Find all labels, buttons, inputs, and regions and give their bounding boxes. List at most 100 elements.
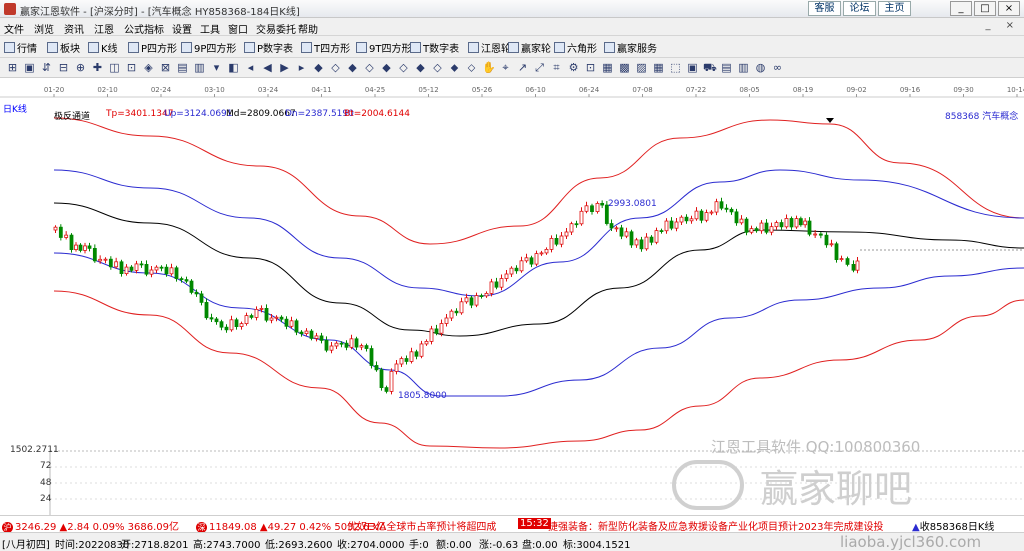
menu-window[interactable]: 窗口 xyxy=(228,21,248,36)
draw-tool-39-icon[interactable]: ⬚ xyxy=(669,61,682,74)
draw-tool-14-icon[interactable]: ◂ xyxy=(244,61,257,74)
draw-tool-33-icon[interactable]: ⚙ xyxy=(567,61,580,74)
draw-tool-28-icon[interactable]: ✋ xyxy=(482,61,496,74)
draw-tool-5-icon[interactable]: ✚ xyxy=(91,61,104,74)
news-ticker-1[interactable]: 优奴EVA全球市占率预计将超四成 xyxy=(347,518,496,533)
draw-tool-17-icon[interactable]: ▸ xyxy=(295,61,308,74)
draw-tool-24-icon[interactable]: ◆ xyxy=(414,61,427,74)
draw-tool-42-icon[interactable]: ▤ xyxy=(720,61,733,74)
mdi-controls[interactable]: _ × xyxy=(985,20,1020,31)
draw-tool-36-icon[interactable]: ▩ xyxy=(618,61,631,74)
sh-index-item[interactable]: 沪 3246.29 ▲2.84 0.09% 3686.09亿 xyxy=(2,518,179,533)
toolbar-win-wheel-button[interactable]: 赢家轮 xyxy=(508,40,551,55)
draw-tool-3-icon[interactable]: ⊟ xyxy=(57,61,70,74)
toolbar-t-table-button[interactable]: T数字表 xyxy=(410,40,459,55)
toolbar-kline-button[interactable]: K线 xyxy=(88,40,118,55)
draw-tool-16-icon[interactable]: ▶ xyxy=(278,61,291,74)
draw-tool-26-icon[interactable]: ⬥ xyxy=(448,61,461,74)
draw-tool-18-icon[interactable]: ◆ xyxy=(312,61,325,74)
maximize-button[interactable]: □ xyxy=(974,1,996,16)
toolbar-9p-button[interactable]: 9P四方形 xyxy=(181,40,236,55)
menu-info[interactable]: 资讯 xyxy=(64,21,84,36)
candle-body xyxy=(694,210,699,220)
candle-body xyxy=(284,318,289,327)
close-button[interactable]: × xyxy=(998,1,1020,16)
toolbar-9t-button[interactable]: 9T四方形 xyxy=(356,40,411,55)
toolbar-t-square-button[interactable]: T四方形 xyxy=(301,40,350,55)
draw-tool-44-icon[interactable]: ◍ xyxy=(754,61,767,74)
toolbar-grid-button[interactable]: 行情 xyxy=(4,40,37,55)
toolbar-label: P数字表 xyxy=(257,44,294,55)
draw-tool-0-icon[interactable]: ⊞ xyxy=(6,61,19,74)
draw-tool-29-icon[interactable]: ⌖ xyxy=(499,61,512,74)
draw-tool-9-icon[interactable]: ⊠ xyxy=(159,61,172,74)
draw-tool-25-icon[interactable]: ◇ xyxy=(431,61,444,74)
draw-tool-8-icon[interactable]: ◈ xyxy=(142,61,155,74)
draw-tool-6-icon[interactable]: ◫ xyxy=(108,61,121,74)
marker-triangle-icon xyxy=(826,118,834,123)
draw-tool-1-icon[interactable]: ▣ xyxy=(23,61,36,74)
toolbar-p-square-button[interactable]: P四方形 xyxy=(128,40,177,55)
draw-tool-43-icon[interactable]: ▥ xyxy=(737,61,750,74)
draw-tool-35-icon[interactable]: ▦ xyxy=(601,61,614,74)
candle-body xyxy=(803,220,808,226)
minimize-button[interactable]: _ xyxy=(950,1,972,16)
candle-body xyxy=(764,222,769,233)
draw-tool-11-icon[interactable]: ▥ xyxy=(193,61,206,74)
candle-body xyxy=(504,273,509,279)
draw-tool-22-icon[interactable]: ◆ xyxy=(380,61,393,74)
draw-tool-38-icon[interactable]: ▦ xyxy=(652,61,665,74)
candle-body xyxy=(144,263,149,275)
candle-body xyxy=(169,267,174,275)
menu-trade[interactable]: 交易委托 xyxy=(256,21,296,36)
draw-tool-37-icon[interactable]: ▨ xyxy=(635,61,648,74)
menu-tools[interactable]: 工具 xyxy=(200,21,220,36)
draw-tool-13-icon[interactable]: ◧ xyxy=(227,61,240,74)
draw-tool-21-icon[interactable]: ◇ xyxy=(363,61,376,74)
draw-tool-31-icon[interactable]: ⤢ xyxy=(533,61,546,74)
menu-settings[interactable]: 设置 xyxy=(172,21,192,36)
news-ticker-2[interactable]: 捷强装备：新型防化装备及应急救援设备产业化项目预计2023年完成建设投 xyxy=(548,518,908,533)
draw-tool-40-icon[interactable]: ▣ xyxy=(686,61,699,74)
draw-tool-41-icon[interactable]: ⛟ xyxy=(703,61,717,74)
draw-tool-23-icon[interactable]: ◇ xyxy=(397,61,410,74)
candle-body xyxy=(409,351,414,362)
draw-tool-10-icon[interactable]: ▤ xyxy=(176,61,189,74)
watermark-text: 江恩工具软件 QQ:100800360 xyxy=(711,438,921,456)
toolbar-service-button[interactable]: 赢家服务 xyxy=(604,40,657,55)
draw-tool-20-icon[interactable]: ◆ xyxy=(346,61,359,74)
link-forum[interactable]: 论坛 xyxy=(843,1,876,16)
draw-tool-7-icon[interactable]: ⊡ xyxy=(125,61,138,74)
volume-tick-24: 24 xyxy=(40,494,52,504)
volume-tick-48: 48 xyxy=(40,478,52,488)
candle-body xyxy=(249,315,254,318)
draw-tool-4-icon[interactable]: ⊕ xyxy=(74,61,87,74)
toolbar-blocks-button[interactable]: 板块 xyxy=(47,40,80,55)
candle-body xyxy=(539,252,544,255)
draw-tool-32-icon[interactable]: ⌗ xyxy=(550,61,563,74)
draw-tool-15-icon[interactable]: ◀ xyxy=(261,61,274,74)
draw-tool-27-icon[interactable]: ⬦ xyxy=(465,61,478,74)
draw-tool-12-icon[interactable]: ▾ xyxy=(210,61,223,74)
menu-help[interactable]: 帮助 xyxy=(298,21,318,36)
toolbar-wheel-button[interactable]: 江恩轮 xyxy=(468,40,511,55)
toolbar-p-table-button[interactable]: P数字表 xyxy=(244,40,293,55)
draw-tool-34-icon[interactable]: ⊡ xyxy=(584,61,597,74)
menu-file[interactable]: 文件 xyxy=(4,21,24,36)
candle-body xyxy=(509,267,514,275)
candle-body xyxy=(69,234,74,250)
menu-gann[interactable]: 江恩 xyxy=(94,21,114,36)
kline-chart[interactable]: 01-20 02-10 02-24 03-10 03-24 04-11 04-25 05-12… xyxy=(0,78,1024,515)
candle-body xyxy=(309,330,314,339)
menu-browse[interactable]: 浏览 xyxy=(34,21,54,36)
candle-body xyxy=(464,297,469,303)
menu-formula[interactable]: 公式指标 xyxy=(124,21,164,36)
toolbar-hexagon-button[interactable]: 六角形 xyxy=(554,40,597,55)
link-home[interactable]: 主页 xyxy=(878,1,911,16)
draw-tool-30-icon[interactable]: ↗ xyxy=(516,61,529,74)
draw-tool-2-icon[interactable]: ⇵ xyxy=(40,61,53,74)
draw-tool-45-icon[interactable]: ∞ xyxy=(771,61,784,74)
chart-mode-label[interactable]: ▲收858368日K线 xyxy=(912,518,994,533)
link-service[interactable]: 客服 xyxy=(808,1,841,16)
draw-tool-19-icon[interactable]: ◇ xyxy=(329,61,342,74)
